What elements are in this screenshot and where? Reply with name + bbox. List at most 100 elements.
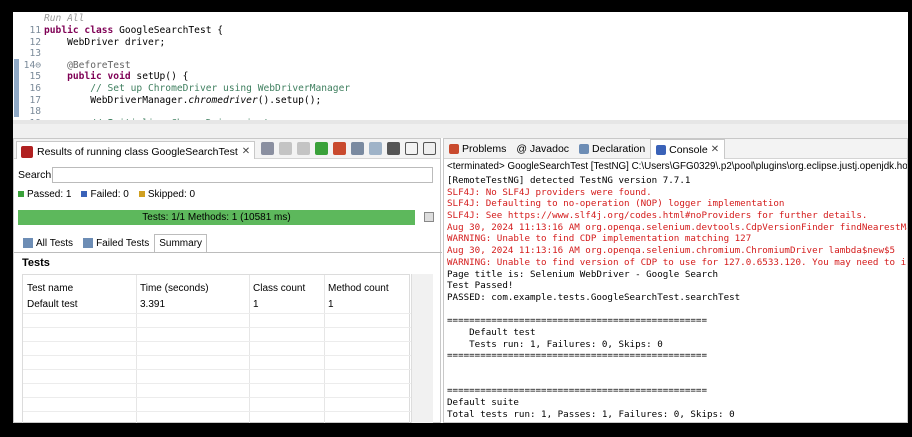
minimize-icon[interactable] [405,142,418,155]
code-line[interactable]: 12 WebDriver driver; [13,37,908,49]
search-label: Search: [18,169,55,181]
column-test-name[interactable]: Test name [23,283,136,294]
run-failed-icon[interactable] [333,142,346,155]
console-line: ========================================… [447,315,707,327]
code-line[interactable]: 13 [13,48,908,60]
code-text: public void setUp() { [44,71,189,83]
tab-failed-tests[interactable]: Failed Tests [78,234,154,252]
run-icon[interactable] [315,142,328,155]
close-icon[interactable]: ✕ [711,144,719,155]
code-editor[interactable]: Run All 11 public class GoogleSearchTest … [13,12,908,124]
progress-bar: Tests: 1/1 Methods: 1 (10581 ms) [18,210,415,225]
console-output[interactable]: [RemoteTestNG] detected TestNG version 7… [447,175,908,422]
code-text: public class GoogleSearchTest { [44,25,224,36]
cell-method-count: 1 [328,299,334,310]
code-text: // Set up ChromeDriver using WebDriverMa… [44,83,351,94]
tab-testng-results[interactable]: Results of running class GoogleSearchTes… [16,141,256,159]
summary-table[interactable]: Test name Time (seconds) Class count Met… [22,274,411,423]
code-line[interactable]: 11 public class GoogleSearchTest { [13,25,908,37]
console-tabbar: Problems @ Javadoc Declaration Console ✕ [444,139,907,159]
line-number: 13 [29,48,41,60]
tab-all-tests[interactable]: All Tests [18,234,78,252]
code-line[interactable]: 14⊖ @BeforeTest [13,60,908,72]
run-all-codelens[interactable]: Run All [44,13,84,24]
eclipse-window: Run All 11 public class GoogleSearchTest … [13,12,908,423]
code-line[interactable]: 18 [13,106,908,118]
line-number: 16 [29,83,41,94]
row-divider [23,397,411,398]
previous-failure-icon[interactable] [297,142,310,155]
row-divider [23,313,411,314]
line-number: 17 [29,94,41,106]
code-text: WebDriver driver; [44,36,166,48]
console-line: SLF4J: Defaulting to no-operation (NOP) … [447,198,785,210]
column-time[interactable]: Time (seconds) [136,283,249,294]
console-line: PASSED: com.example.tests.GoogleSearchTe… [447,291,741,303]
next-failure-icon[interactable] [279,142,292,155]
console-line: Page title is: Selenium WebDriver - Goog… [447,268,719,280]
line-number: 14⊖ [23,59,41,71]
console-view: Problems @ Javadoc Declaration Console ✕ … [443,138,908,423]
search-row: Search: [18,166,433,184]
results-subtabs: All Tests Failed Tests Summary [18,234,208,252]
tab-javadoc[interactable]: @ Javadoc [511,139,574,159]
pane-divider[interactable] [13,124,908,138]
row-divider [23,369,411,370]
console-icon [656,144,667,155]
console-line: Default suite [447,397,519,409]
results-toolbar [261,142,436,155]
console-line: WARNING: Unable to find version of CDP t… [447,256,908,268]
results-tabbar: Results of running class GoogleSearchTes… [14,139,440,159]
code-text: @BeforeTest [44,59,131,71]
problems-icon [449,144,459,154]
console-line: Tests run: 1, Failures: 0, Skips: 0 [447,338,663,350]
code-line[interactable]: 15 public void setUp() { [13,71,908,83]
table-vertical-scrollbar[interactable] [411,274,433,423]
column-class-count[interactable]: Class count [249,283,324,294]
console-line: Test Passed! [447,280,514,292]
table-row[interactable]: Default test 3.391 1 1 [23,297,411,312]
progress-options-icon[interactable] [424,212,434,222]
close-icon[interactable]: ✕ [242,146,250,157]
tab-console[interactable]: Console ✕ [650,139,726,159]
console-line: ========================================… [447,420,907,422]
view-menu-icon[interactable] [387,142,400,155]
console-line: Default test [447,326,536,338]
progress-text: Tests: 1/1 Methods: 1 (10581 ms) [142,212,291,223]
rerun-icon[interactable] [261,142,274,155]
failed-icon [81,191,88,198]
cell-class-count: 1 [253,299,259,310]
search-input[interactable] [52,167,433,183]
history-icon[interactable] [351,142,364,155]
subtab-divider [14,252,442,253]
column-method-count[interactable]: Method count [324,283,411,294]
failed-tests-icon [83,238,94,248]
change-marker [14,59,19,117]
layout-icon[interactable] [369,142,382,155]
code-text: WebDriverManager.chromedriver().setup(); [44,94,322,106]
passed-count: Passed: 1 [18,189,71,200]
console-line: Aug 30, 2024 11:13:16 AM org.openqa.sele… [447,245,896,257]
line-number: 15 [29,71,41,83]
testng-icon [21,145,33,158]
maximize-icon[interactable] [423,142,436,155]
line-number: 11 [29,25,41,36]
console-line: Aug 30, 2024 11:13:16 AM org.openqa.sele… [447,221,908,233]
result-counts: Passed: 1 Failed: 0 Skipped: 0 [18,189,195,200]
terminated-label: <terminated> GoogleSearchTest [TestNG] C… [447,161,908,172]
cell-time: 3.391 [140,299,166,310]
code-line[interactable]: 17 WebDriverManager.chromedriver().setup… [13,95,908,107]
code-line[interactable]: 16 // Set up ChromeDriver using WebDrive… [13,83,908,95]
console-line: ========================================… [447,385,707,397]
tab-label: Results of running class GoogleSearchTes… [37,145,238,158]
tests-heading: Tests [22,257,50,269]
tab-problems[interactable]: Problems [444,139,511,159]
tab-declaration[interactable]: Declaration [574,139,650,159]
line-number: 12 [29,36,41,48]
table-header: Test name Time (seconds) Class count Met… [23,281,411,296]
console-line: Total tests run: 1, Passes: 1, Failures:… [447,408,735,420]
tab-summary[interactable]: Summary [154,234,208,252]
skipped-count: Skipped: 0 [138,189,195,200]
